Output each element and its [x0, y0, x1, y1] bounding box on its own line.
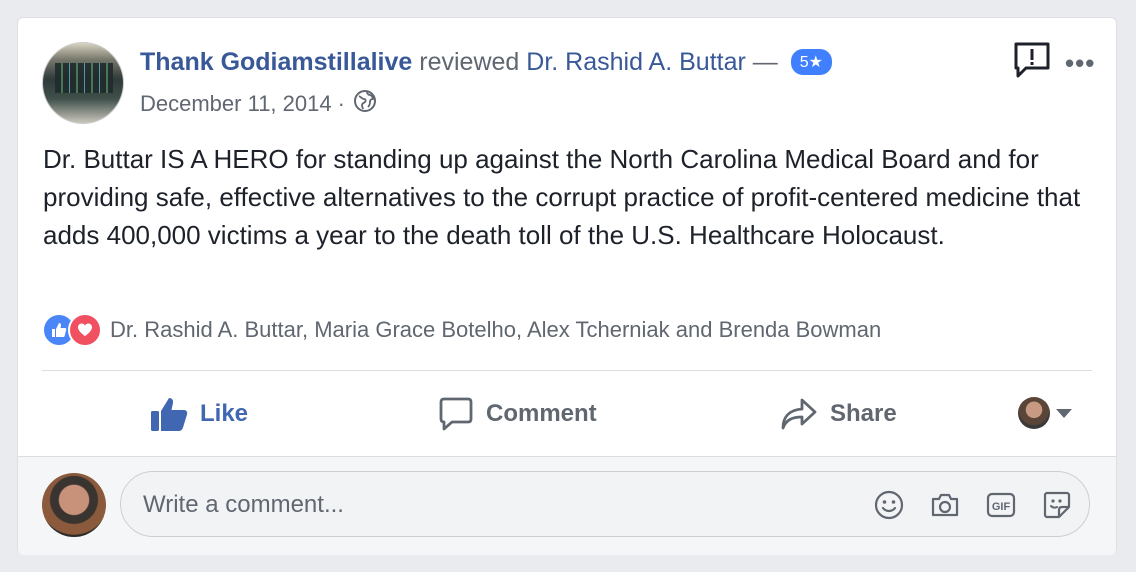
- actions-divider: [42, 370, 1092, 371]
- post-as-selector[interactable]: [1018, 397, 1072, 429]
- share-label: Share: [830, 400, 897, 427]
- meta-separator: ·: [337, 91, 345, 116]
- comment-icon: [439, 397, 473, 431]
- reaction-summary[interactable]: Dr. Rashid A. Buttar, Maria Grace Botelh…: [42, 313, 881, 347]
- share-button[interactable]: Share: [780, 392, 897, 436]
- review-subject[interactable]: Dr. Rashid A. Buttar: [526, 48, 746, 76]
- review-text: Dr. Buttar IS A HERO for standing up aga…: [43, 144, 1081, 250]
- header-dash: —: [752, 48, 778, 76]
- like-label: Like: [200, 400, 249, 427]
- love-icon: [68, 313, 102, 347]
- comment-input[interactable]: [141, 486, 845, 524]
- camera-icon[interactable]: [929, 489, 961, 526]
- comment-box[interactable]: GIF: [120, 471, 1090, 537]
- post-meta: December 11, 2014 ·: [140, 89, 377, 119]
- like-button[interactable]: Like: [150, 392, 248, 436]
- globe-icon[interactable]: [353, 89, 377, 119]
- viewer-avatar-small: [1018, 397, 1050, 429]
- author-name[interactable]: Thank Godiamstillalive: [140, 48, 412, 76]
- viewer-avatar[interactable]: [42, 473, 106, 537]
- thumbs-up-icon: [151, 398, 188, 431]
- comment-button[interactable]: Comment: [438, 392, 597, 436]
- comment-label: Comment: [486, 400, 597, 427]
- share-icon: [781, 398, 817, 430]
- emoji-icon[interactable]: [873, 489, 905, 526]
- review-verb: reviewed: [419, 48, 520, 76]
- more-options-icon[interactable]: •••: [1065, 48, 1095, 79]
- author-avatar[interactable]: [42, 42, 124, 124]
- reactor-names[interactable]: Dr. Rashid A. Buttar, Maria Grace Botelh…: [110, 317, 881, 343]
- rating-badge: 5★: [790, 49, 832, 75]
- review-card: Thank Godiamstillalive reviewed Dr. Rash…: [17, 17, 1117, 555]
- sticker-icon[interactable]: [1041, 489, 1073, 526]
- report-icon[interactable]: [1012, 40, 1052, 85]
- review-header: Thank Godiamstillalive reviewed Dr. Rash…: [140, 48, 832, 77]
- chevron-down-icon: [1056, 408, 1072, 418]
- post-date[interactable]: December 11, 2014: [140, 91, 332, 117]
- gif-icon[interactable]: GIF: [985, 489, 1017, 526]
- svg-text:GIF: GIF: [992, 501, 1011, 513]
- comment-composer: GIF: [18, 456, 1116, 555]
